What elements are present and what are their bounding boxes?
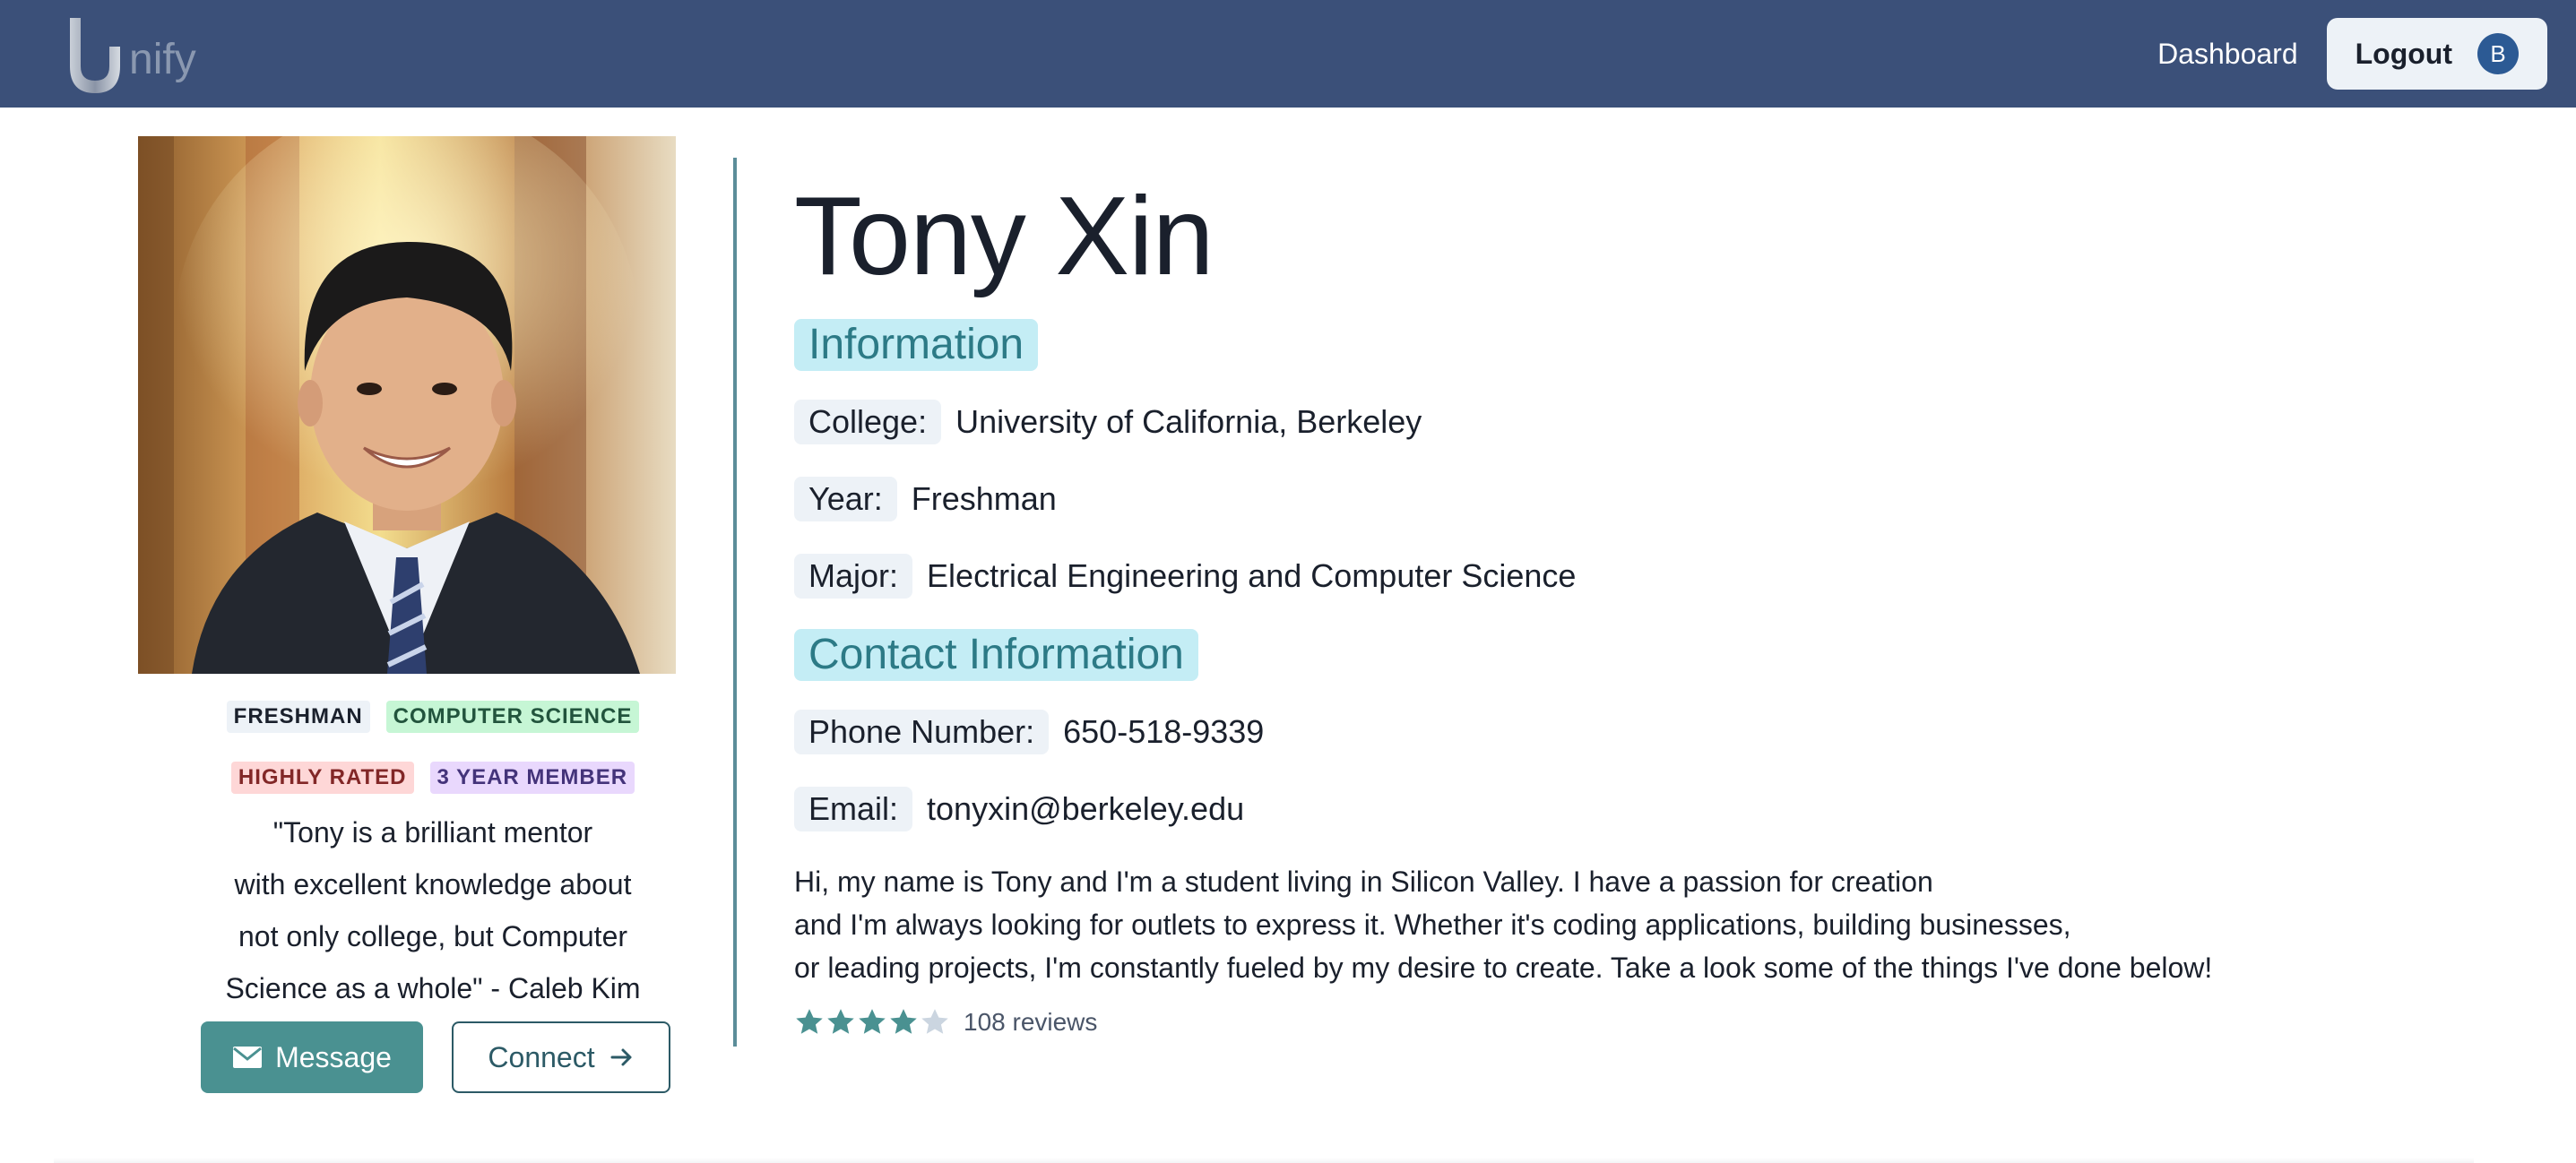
arrow-right-icon bbox=[610, 1048, 632, 1066]
bio-line: and I'm always looking for outlets to ex… bbox=[794, 909, 2071, 941]
testimonial-quote: "Tony is a brilliant mentor with excelle… bbox=[81, 806, 785, 1014]
column-divider bbox=[733, 158, 737, 1047]
star-rating bbox=[794, 1007, 951, 1038]
contact-heading: Contact Information bbox=[794, 629, 1198, 681]
logout-label: Logout bbox=[2355, 37, 2452, 70]
phone-label: Phone Number: bbox=[794, 710, 1050, 754]
badge-highly-rated: HIGHLY RATED bbox=[230, 762, 414, 794]
star-empty-icon bbox=[921, 1009, 948, 1034]
navbar: nify Dashboard Logout B bbox=[0, 0, 2576, 108]
connect-button[interactable]: Connect bbox=[452, 1021, 670, 1093]
phone-value: 650-518-9339 bbox=[1063, 713, 1265, 750]
email-field: Email: tonyxin@berkeley.edu bbox=[794, 787, 1244, 831]
year-label: Year: bbox=[794, 477, 897, 521]
quote-line: not only college, but Computer bbox=[238, 920, 628, 952]
college-value: University of California, Berkeley bbox=[955, 403, 1422, 440]
major-value: Electrical Engineering and Computer Scie… bbox=[927, 557, 1577, 594]
college-label: College: bbox=[794, 400, 942, 444]
badge-3-year-member: 3 YEAR MEMBER bbox=[429, 762, 635, 794]
logout-button[interactable]: Logout B bbox=[2326, 18, 2547, 90]
logo-u-icon bbox=[70, 18, 120, 93]
dashboard-link[interactable]: Dashboard bbox=[2157, 38, 2298, 71]
profile-photo-image bbox=[138, 136, 676, 674]
star-filled-icon bbox=[827, 1009, 854, 1034]
year-value: Freshman bbox=[911, 480, 1057, 517]
reviews-count[interactable]: 108 reviews bbox=[964, 1008, 1097, 1037]
nav-right: Dashboard Logout B bbox=[2157, 18, 2547, 90]
badge-computer-science: COMPUTER SCIENCE bbox=[385, 701, 640, 733]
unify-logo[interactable]: nify bbox=[65, 11, 196, 97]
star-filled-icon bbox=[859, 1009, 886, 1034]
quote-line: with excellent knowledge about bbox=[234, 868, 632, 900]
bio: Hi, my name is Tony and I'm a student li… bbox=[794, 860, 2212, 989]
message-label: Message bbox=[275, 1040, 392, 1073]
star-filled-icon bbox=[796, 1009, 823, 1034]
email-value: tonyxin@berkeley.edu bbox=[927, 790, 1245, 827]
profile-name: Tony Xin bbox=[794, 175, 1215, 298]
phone-field: Phone Number: 650-518-9339 bbox=[794, 710, 1264, 754]
major-field: Major: Electrical Engineering and Comput… bbox=[794, 554, 1576, 599]
email-label: Email: bbox=[794, 787, 913, 831]
bio-line: Hi, my name is Tony and I'm a student li… bbox=[794, 866, 1933, 898]
logo-text: nify bbox=[129, 35, 196, 83]
badge-row-1: FRESHMAN COMPUTER SCIENCE bbox=[81, 701, 785, 733]
connect-label: Connect bbox=[488, 1040, 595, 1073]
envelope-icon bbox=[233, 1047, 263, 1068]
college-field: College: University of California, Berke… bbox=[794, 400, 1422, 444]
rating: 108 reviews bbox=[794, 1007, 1097, 1038]
action-buttons: Message Connect bbox=[201, 1021, 670, 1093]
bio-line: or leading projects, I'm constantly fuel… bbox=[794, 952, 2213, 984]
star-filled-icon bbox=[890, 1009, 917, 1034]
quote-line: Science as a whole" - Caleb Kim bbox=[225, 972, 641, 1004]
profile-photo bbox=[138, 136, 676, 674]
message-button[interactable]: Message bbox=[201, 1021, 423, 1093]
page-bottom-edge bbox=[54, 1158, 2474, 1163]
year-field: Year: Freshman bbox=[794, 477, 1057, 521]
badge-row-2: HIGHLY RATED 3 YEAR MEMBER bbox=[81, 762, 785, 794]
quote-line: "Tony is a brilliant mentor bbox=[272, 816, 593, 849]
information-heading: Information bbox=[794, 319, 1039, 371]
avatar[interactable]: B bbox=[2477, 33, 2519, 74]
badge-freshman: FRESHMAN bbox=[226, 701, 370, 733]
major-label: Major: bbox=[794, 554, 913, 599]
